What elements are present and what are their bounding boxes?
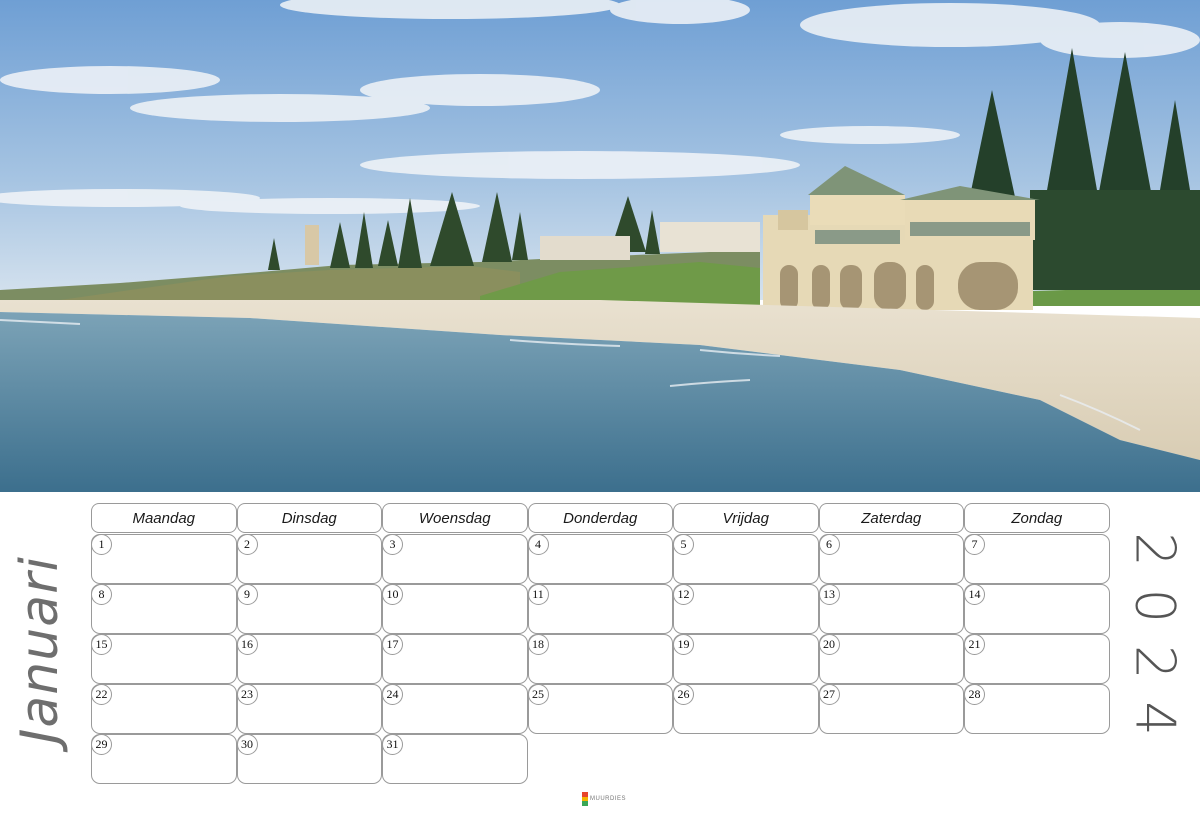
weekday-header-monday: Maandag xyxy=(91,503,237,533)
day-cell: 28 xyxy=(964,684,1110,734)
day-cell: 12 xyxy=(673,584,819,634)
day-cell: 21 xyxy=(964,634,1110,684)
day-cell: 24 xyxy=(382,684,528,734)
empty-day-cell xyxy=(964,734,1110,784)
day-cell: 14 xyxy=(964,584,1110,634)
day-cell: 18 xyxy=(527,634,673,684)
day-number: 31 xyxy=(382,734,403,755)
empty-day-cell xyxy=(673,734,819,784)
day-cell: 27 xyxy=(818,684,964,734)
day-number: 21 xyxy=(964,634,985,655)
year-label: 2024 xyxy=(1123,532,1187,758)
day-cell: 13 xyxy=(818,584,964,634)
day-number: 20 xyxy=(818,634,840,655)
day-number: 25 xyxy=(527,684,549,705)
day-cell: 17 xyxy=(382,634,528,684)
day-number: 6 xyxy=(818,534,840,555)
empty-day-cell xyxy=(819,734,965,784)
day-number: 5 xyxy=(673,534,694,555)
day-number: 24 xyxy=(382,684,403,705)
day-cell: 1 xyxy=(91,534,237,584)
day-cell: 5 xyxy=(673,534,819,584)
day-number: 28 xyxy=(964,684,985,705)
day-number: 27 xyxy=(818,684,840,705)
day-number: 3 xyxy=(382,534,403,555)
day-cell: 22 xyxy=(91,684,237,734)
day-cell: 11 xyxy=(527,584,673,634)
weekday-header-friday: Vrijdag xyxy=(673,503,819,533)
weekday-header-tuesday: Dinsdag xyxy=(236,503,382,533)
day-number: 2 xyxy=(236,534,258,555)
day-cell: 8 xyxy=(91,584,237,634)
day-number: 29 xyxy=(91,734,112,755)
header-photo xyxy=(0,0,1200,492)
day-number: 19 xyxy=(673,634,694,655)
day-number: 11 xyxy=(527,584,549,605)
day-cell: 7 xyxy=(964,534,1110,584)
day-cell: 10 xyxy=(382,584,528,634)
day-cell: 26 xyxy=(673,684,819,734)
weekday-header-sunday: Zondag xyxy=(964,503,1110,533)
day-cell: 30 xyxy=(236,734,382,784)
day-number: 9 xyxy=(236,584,258,605)
day-number: 26 xyxy=(673,684,694,705)
day-cell: 2 xyxy=(236,534,382,584)
day-cell: 19 xyxy=(673,634,819,684)
day-number: 22 xyxy=(91,684,112,705)
day-number: 17 xyxy=(382,634,403,655)
weekday-header-saturday: Zaterdag xyxy=(818,503,964,533)
day-cell: 3 xyxy=(382,534,528,584)
day-number: 30 xyxy=(236,734,258,755)
weekday-header-thursday: Donderdag xyxy=(527,503,673,533)
day-number: 23 xyxy=(236,684,258,705)
day-number: 18 xyxy=(527,634,549,655)
day-cell: 16 xyxy=(236,634,382,684)
weekday-header-wednesday: Woensdag xyxy=(382,503,528,533)
day-cell: 4 xyxy=(527,534,673,584)
day-cell: 29 xyxy=(91,734,237,784)
day-number: 1 xyxy=(91,534,112,555)
logo-mark-icon xyxy=(582,792,588,807)
day-number: 12 xyxy=(673,584,694,605)
muurdies-logo: MUURDIES xyxy=(582,792,627,807)
day-number: 10 xyxy=(382,584,403,605)
day-cell: 6 xyxy=(818,534,964,584)
day-cell: 23 xyxy=(236,684,382,734)
day-cell: 25 xyxy=(527,684,673,734)
day-number: 4 xyxy=(527,534,549,555)
day-cell: 20 xyxy=(818,634,964,684)
empty-day-cell xyxy=(528,734,674,784)
day-cell: 15 xyxy=(91,634,237,684)
day-number: 16 xyxy=(236,634,258,655)
month-label: Januari xyxy=(10,556,70,744)
day-number: 15 xyxy=(91,634,112,655)
day-number: 14 xyxy=(964,584,985,605)
day-cell: 31 xyxy=(382,734,528,784)
day-number: 8 xyxy=(91,584,112,605)
day-number: 13 xyxy=(818,584,840,605)
calendar-grid: Maandag Dinsdag Woensdag Donderdag Vrijd… xyxy=(91,503,1110,784)
day-number: 7 xyxy=(964,534,985,555)
logo-text: MUURDIES xyxy=(590,796,627,802)
day-cell: 9 xyxy=(236,584,382,634)
